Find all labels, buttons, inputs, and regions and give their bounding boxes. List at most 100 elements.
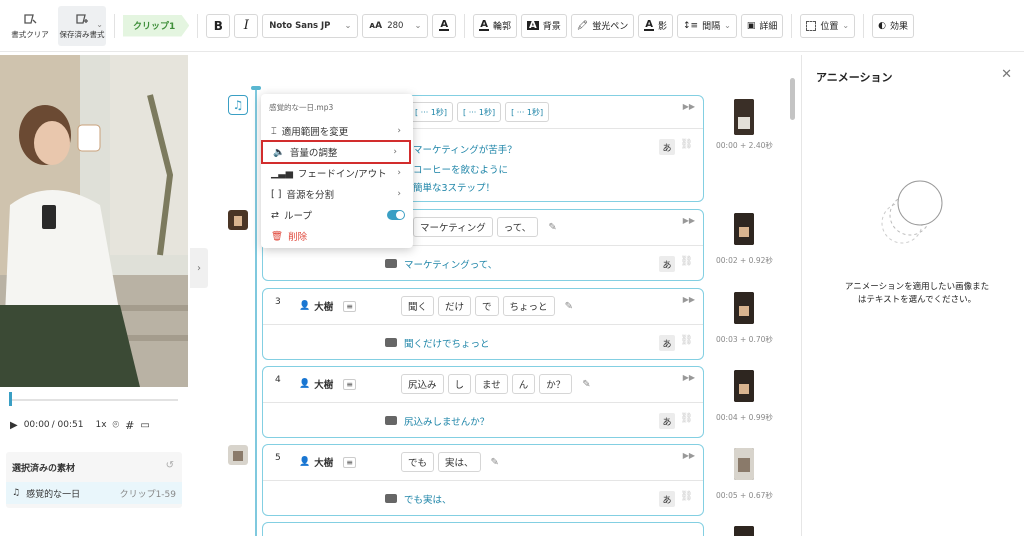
play-icon[interactable]: ▶: [10, 420, 18, 431]
kana-button[interactable]: あ: [659, 256, 675, 272]
kana-button[interactable]: あ: [659, 413, 675, 429]
pause-token[interactable]: [ ··· 1秒]: [457, 102, 502, 122]
script-block[interactable]: 5 👤 大樹 ≡ でも 実は、 ✎ ▶▶ でも実は、 あ ⛓: [262, 444, 704, 516]
pencil-icon[interactable]: ✎: [548, 222, 556, 233]
text-color-button[interactable]: A: [432, 13, 457, 38]
clip-thumbnail[interactable]: [734, 370, 754, 402]
menu-item-adjust-volume[interactable]: 🔈 音量の調整 ›: [261, 140, 411, 164]
play-icon[interactable]: ▶▶: [683, 373, 695, 382]
script-block[interactable]: 3 👤 大樹 ≡ 聞く だけ で ちょっと ✎ ▶▶ 聞くだけでちょっと あ ⛓: [262, 288, 704, 360]
link-icon[interactable]: ⛓: [680, 491, 693, 502]
selected-material-item[interactable]: ♫ 感覚的な一日 クリップ1-59: [6, 482, 182, 504]
bold-button[interactable]: B: [206, 13, 231, 38]
speaker-settings-icon[interactable]: ≡: [343, 456, 356, 468]
kana-button[interactable]: あ: [659, 139, 675, 155]
kana-button[interactable]: あ: [659, 335, 675, 351]
clear-format-button[interactable]: 書式クリア: [6, 6, 54, 46]
editor-scrollbar[interactable]: [790, 78, 795, 120]
menu-item-split-audio[interactable]: [ ] 音源を分割 ›: [261, 184, 413, 204]
subtitle-line[interactable]: マーケティングが苦手？: [413, 142, 517, 156]
subtitle-line[interactable]: コーヒーを飲むように: [413, 162, 508, 176]
script-block[interactable]: 4 👤 大樹 ≡ 尻込み し ませ ん か？ ✎ ▶▶ 尻込みしませんか？ あ ⛓: [262, 366, 704, 438]
background-label: 背景: [542, 22, 561, 32]
link-icon[interactable]: ⛓: [680, 335, 693, 346]
subtitle-text[interactable]: でも実は、: [404, 492, 452, 506]
grid-icon[interactable]: #: [125, 419, 134, 432]
clip-thumbnail[interactable]: [734, 292, 754, 324]
highlighter-button[interactable]: 🖍 蛍光ペン: [570, 13, 635, 38]
screenshot-icon[interactable]: ⌾: [113, 418, 120, 432]
menu-item-change-range[interactable]: ⌶ 適用範囲を変更 ›: [261, 121, 413, 141]
outline-button[interactable]: A 輪郭: [473, 13, 518, 38]
menu-item-delete[interactable]: 🗑 削除: [261, 226, 413, 246]
word-token[interactable]: マーケティング: [413, 217, 493, 237]
pause-token[interactable]: [ ··· 1秒]: [505, 102, 550, 122]
link-icon[interactable]: ⛓: [680, 139, 693, 150]
pause-token[interactable]: [ ··· 1秒]: [409, 102, 454, 122]
music-note-icon[interactable]: ♫: [228, 95, 248, 115]
font-size-select[interactable]: ᴀA 280 ⌄: [362, 13, 429, 38]
subtitle-text[interactable]: 尻込みしませんか？: [404, 414, 489, 428]
subtitle-text[interactable]: マーケティングって、: [404, 257, 497, 271]
play-icon[interactable]: ▶▶: [683, 295, 695, 304]
word-token[interactable]: 尻込み: [401, 374, 444, 394]
subtitle-line[interactable]: 簡単な3ステップ！: [413, 180, 495, 194]
background-button[interactable]: A 背景: [521, 13, 567, 38]
saved-format-button[interactable]: 保存済み書式 ⌄: [58, 5, 106, 46]
pencil-icon[interactable]: ✎: [565, 301, 573, 312]
menu-item-loop[interactable]: ⇄ ループ: [261, 205, 413, 225]
word-token[interactable]: って、: [496, 217, 539, 237]
script-block[interactable]: [262, 522, 704, 536]
timeline-scrubber[interactable]: [0, 389, 188, 411]
speaker[interactable]: 👤 大樹 ≡: [299, 377, 356, 391]
clip-thumbnail[interactable]: [228, 445, 248, 465]
clip-thumbnail[interactable]: [734, 99, 754, 135]
speaker-settings-icon[interactable]: ≡: [343, 378, 356, 390]
play-icon[interactable]: ▶▶: [683, 102, 695, 111]
close-icon[interactable]: ✕: [1001, 67, 1012, 82]
menu-item-fade[interactable]: ▁▃▅ フェードイン/アウト ›: [261, 163, 413, 183]
spacing-button[interactable]: ↕≡ 間隔 ⌄: [677, 13, 737, 38]
aspect-ratio-icon[interactable]: ▭: [140, 420, 149, 431]
word-token[interactable]: でも: [401, 452, 435, 472]
speaker-settings-icon[interactable]: ≡: [343, 300, 356, 312]
word-token[interactable]: 実は、: [438, 452, 481, 472]
position-button[interactable]: 位置 ⌄: [800, 13, 856, 38]
word-token[interactable]: ませ: [475, 374, 508, 394]
word-token[interactable]: か？: [539, 374, 573, 394]
block-subtitle-row: でも実は、 あ ⛓: [263, 481, 703, 517]
video-preview[interactable]: [0, 55, 188, 387]
pencil-icon[interactable]: ✎: [491, 457, 499, 468]
audio-track-handle[interactable]: [251, 86, 261, 90]
chevron-down-icon[interactable]: ⌄: [96, 20, 103, 29]
speed-button[interactable]: 1x: [95, 420, 106, 430]
word-token[interactable]: し: [447, 374, 472, 394]
pencil-icon[interactable]: ✎: [582, 379, 590, 390]
word-token[interactable]: で: [475, 296, 499, 316]
word-token[interactable]: ん: [511, 374, 536, 394]
link-icon[interactable]: ⛓: [680, 256, 693, 267]
italic-button[interactable]: I: [234, 13, 259, 38]
play-icon[interactable]: ▶▶: [683, 216, 695, 225]
clip-thumbnail[interactable]: [734, 213, 754, 245]
word-token[interactable]: ちょっと: [502, 296, 555, 316]
subtitle-text[interactable]: 聞くだけでちょっと: [404, 336, 490, 350]
effects-button[interactable]: ◐ 効果: [872, 13, 914, 38]
shadow-button[interactable]: A影: [638, 13, 674, 38]
speaker[interactable]: 👤 大樹 ≡: [299, 299, 356, 313]
clip-thumbnail[interactable]: [228, 210, 248, 230]
font-family-select[interactable]: Noto Sans JP ⌄: [262, 13, 359, 38]
word-token[interactable]: 聞く: [401, 296, 435, 316]
refresh-icon[interactable]: ↺: [166, 460, 174, 471]
word-token[interactable]: だけ: [438, 296, 472, 316]
clip-thumbnail[interactable]: [734, 526, 754, 536]
collapse-panel-button[interactable]: ›: [190, 248, 208, 288]
scrub-handle[interactable]: [9, 392, 12, 406]
loop-toggle[interactable]: [387, 210, 405, 220]
link-icon[interactable]: ⛓: [680, 413, 693, 424]
play-icon[interactable]: ▶▶: [683, 451, 695, 460]
details-button[interactable]: ▣ 詳細: [740, 13, 784, 38]
kana-button[interactable]: あ: [659, 491, 675, 507]
speaker[interactable]: 👤 大樹 ≡: [299, 455, 356, 469]
clip-thumbnail[interactable]: [734, 448, 754, 480]
